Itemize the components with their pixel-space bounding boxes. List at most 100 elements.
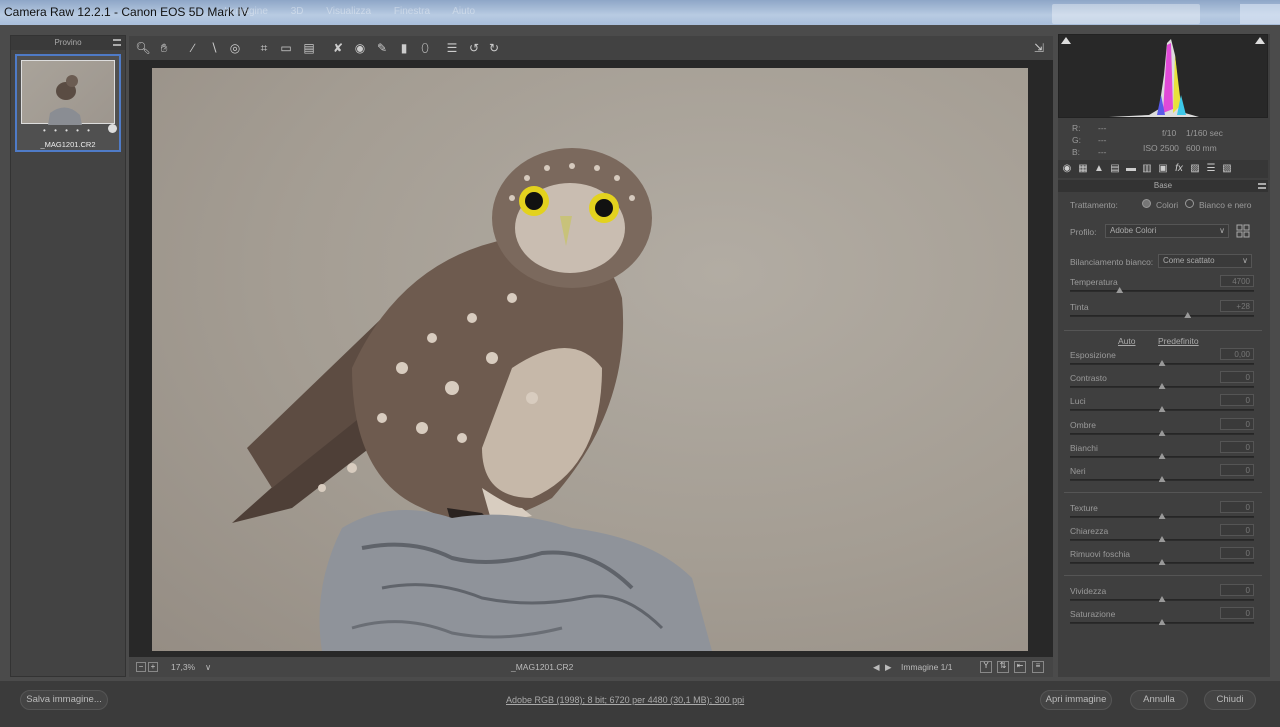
spot-removal-tool-icon[interactable]: ✘: [330, 40, 346, 56]
rating-stars[interactable]: • • • • •: [17, 126, 119, 135]
slider-handle[interactable]: [1158, 513, 1166, 519]
slider-value-input[interactable]: 0: [1220, 464, 1254, 476]
auto-button[interactable]: Auto: [1118, 336, 1136, 346]
cancel-button[interactable]: Annulla: [1130, 690, 1188, 710]
window-controls[interactable]: [1240, 4, 1280, 24]
panel-menu-icon[interactable]: [1258, 183, 1266, 189]
slider-track[interactable]: [1070, 559, 1254, 565]
profile-dropdown[interactable]: Adobe Colori ∨: [1105, 224, 1229, 238]
treatment-bw-label[interactable]: Bianco e nero: [1199, 200, 1251, 210]
preview-canvas[interactable]: [129, 60, 1053, 657]
slider-track[interactable]: [1070, 536, 1254, 542]
slider-handle[interactable]: [1116, 287, 1124, 293]
slider-track[interactable]: [1070, 513, 1254, 519]
preferences-icon[interactable]: ☰: [444, 40, 460, 56]
zoom-level[interactable]: 17,3%: [171, 662, 195, 672]
filmstrip-menu-icon[interactable]: [113, 39, 121, 46]
white-balance-dropdown[interactable]: Come scattato ∨: [1158, 254, 1252, 268]
slider-track[interactable]: [1070, 619, 1254, 625]
before-after-toggle[interactable]: Y: [980, 661, 992, 673]
radial-filter-icon[interactable]: ⬯: [417, 40, 433, 56]
next-image-button[interactable]: ▶: [885, 662, 892, 673]
slider-track[interactable]: [1070, 453, 1254, 459]
calibration-tab-icon[interactable]: ▨: [1189, 163, 1201, 175]
tone-curve-tab-icon[interactable]: ▦: [1077, 163, 1089, 175]
slider-handle[interactable]: [1158, 383, 1166, 389]
color-sampler-tool-icon[interactable]: ∖: [206, 40, 222, 56]
adjustment-brush-icon[interactable]: ✎: [374, 40, 390, 56]
slider-value-input[interactable]: 0: [1220, 441, 1254, 453]
swap-settings-icon[interactable]: ⇅: [997, 661, 1009, 673]
slider-handle[interactable]: [1158, 360, 1166, 366]
targeted-adjustment-tool-icon[interactable]: ◎: [227, 40, 243, 56]
transform-tab-icon[interactable]: ▣: [1157, 163, 1169, 175]
open-image-button[interactable]: Apri immagine: [1040, 690, 1112, 710]
slider-handle[interactable]: [1158, 619, 1166, 625]
close-button[interactable]: Chiudi: [1204, 690, 1256, 710]
toggle-settings-icon[interactable]: ≡: [1032, 661, 1044, 673]
graduated-filter-icon[interactable]: ▮: [396, 40, 412, 56]
slider-value-input[interactable]: 0: [1220, 584, 1254, 596]
basic-tab-icon[interactable]: ◉: [1061, 163, 1073, 175]
slider-track[interactable]: [1070, 383, 1254, 389]
slider-track[interactable]: [1070, 360, 1254, 366]
thumbnail[interactable]: • • • • • _MAG1201.CR2: [15, 54, 121, 152]
slider-handle[interactable]: [1158, 476, 1166, 482]
color-label-icon[interactable]: [108, 124, 117, 133]
zoom-in-button[interactable]: +: [148, 662, 158, 672]
highlight-clipping-icon[interactable]: [1255, 37, 1265, 44]
workflow-options-link[interactable]: Adobe RGB (1998); 8 bit; 6720 per 4480 (…: [506, 695, 744, 705]
slider-track[interactable]: [1070, 596, 1254, 602]
lens-corrections-tab-icon[interactable]: ▥: [1141, 163, 1153, 175]
snapshots-tab-icon[interactable]: ▧: [1221, 163, 1233, 175]
rotate-right-icon[interactable]: ↻: [486, 40, 502, 56]
previous-image-button[interactable]: ◀: [873, 662, 880, 673]
rotate-left-icon[interactable]: ↺: [466, 40, 482, 56]
slider-handle[interactable]: [1158, 596, 1166, 602]
fullscreen-toggle-icon[interactable]: ⇲: [1031, 40, 1047, 56]
slider-handle[interactable]: [1158, 536, 1166, 542]
slider-value-input[interactable]: 0,00: [1220, 348, 1254, 360]
profile-browser-icon[interactable]: [1236, 224, 1250, 238]
slider-track[interactable]: [1070, 287, 1254, 293]
slider-track[interactable]: [1070, 476, 1254, 482]
slider-value-input[interactable]: 4700: [1220, 275, 1254, 287]
slider-value-input[interactable]: 0: [1220, 501, 1254, 513]
transform-tool-icon[interactable]: ▤: [301, 40, 317, 56]
slider-value-input[interactable]: 0: [1220, 371, 1254, 383]
zoom-out-button[interactable]: −: [136, 662, 146, 672]
slider-value-input[interactable]: 0: [1220, 547, 1254, 559]
hand-tool-icon[interactable]: ✋︎: [156, 40, 172, 56]
slider-handle[interactable]: [1158, 430, 1166, 436]
save-image-button[interactable]: Salva immagine...: [20, 690, 108, 710]
slider-track[interactable]: [1070, 430, 1254, 436]
treatment-color-label[interactable]: Colori: [1156, 200, 1178, 210]
slider-handle[interactable]: [1184, 312, 1192, 318]
white-balance-tool-icon[interactable]: ∕: [185, 40, 201, 56]
slider-value-input[interactable]: 0: [1220, 524, 1254, 536]
split-toning-tab-icon[interactable]: ▬: [1125, 163, 1137, 175]
treatment-color-radio[interactable]: [1142, 199, 1151, 208]
slider-handle[interactable]: [1158, 559, 1166, 565]
hsl-tab-icon[interactable]: ▤: [1109, 163, 1121, 175]
effects-tab-icon[interactable]: fx: [1173, 163, 1185, 175]
shadow-clipping-icon[interactable]: [1061, 37, 1071, 44]
red-eye-tool-icon[interactable]: ◉: [352, 40, 368, 56]
straighten-tool-icon[interactable]: ▭: [278, 40, 294, 56]
default-button[interactable]: Predefinito: [1158, 336, 1199, 346]
slider-track[interactable]: [1070, 312, 1254, 318]
crop-tool-icon[interactable]: ⌗: [256, 40, 272, 56]
detail-tab-icon[interactable]: ▲: [1093, 163, 1105, 175]
slider-handle[interactable]: [1158, 453, 1166, 459]
slider-track[interactable]: [1070, 406, 1254, 412]
presets-tab-icon[interactable]: ☰: [1205, 163, 1217, 175]
slider-value-input[interactable]: 0: [1220, 394, 1254, 406]
treatment-bw-radio[interactable]: [1185, 199, 1194, 208]
slider-value-input[interactable]: 0: [1220, 607, 1254, 619]
zoom-tool-icon[interactable]: 🔍︎: [135, 40, 151, 56]
slider-handle[interactable]: [1158, 406, 1166, 412]
copy-settings-icon[interactable]: ⇤: [1014, 661, 1026, 673]
zoom-dropdown-icon[interactable]: ∨: [205, 662, 211, 673]
slider-value-input[interactable]: 0: [1220, 418, 1254, 430]
slider-value-input[interactable]: +28: [1220, 300, 1254, 312]
